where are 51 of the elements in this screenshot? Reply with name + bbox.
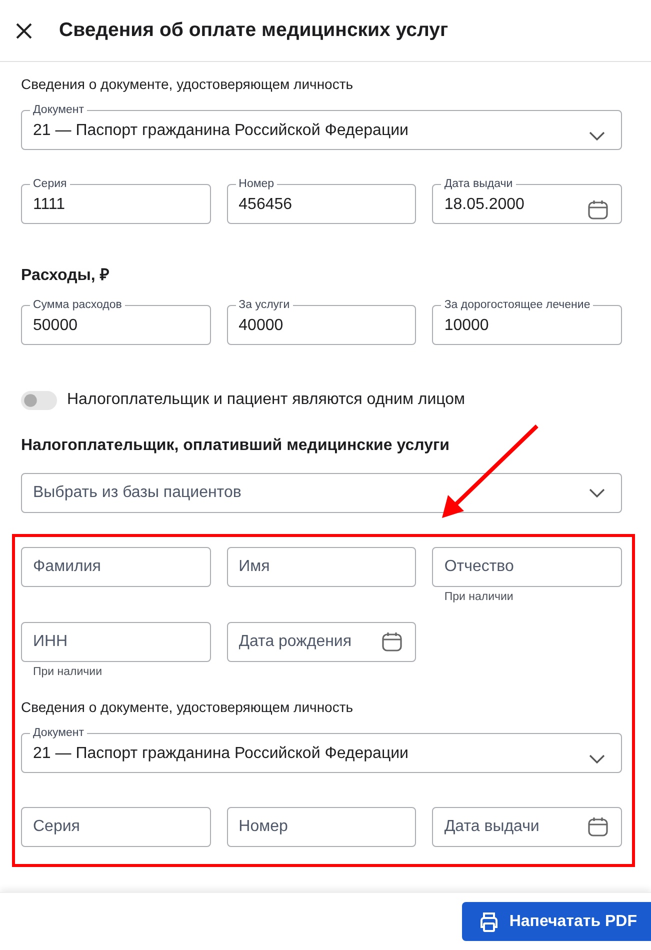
field-label: Документ — [32, 103, 86, 117]
input-value[interactable]: 10000 — [433, 312, 621, 344]
input-field[interactable]: Отчество — [433, 548, 621, 586]
input-value[interactable]: 1111 — [22, 191, 210, 223]
toggle-switch[interactable] — [21, 390, 57, 410]
select-field[interactable]: Выбрать из базы пациентов — [22, 474, 621, 512]
input-value[interactable]: 456456 — [228, 191, 416, 223]
toggle-label: Налогоплательщик и пациент являются одним лицом — [67, 390, 466, 410]
input-value[interactable]: 18.05.2000 — [433, 191, 621, 223]
field-label: За дорогостоящее лечение — [443, 298, 592, 312]
input-field[interactable]: Серия 1111 — [21, 177, 211, 224]
date-field[interactable]: Дата выдачи — [433, 808, 621, 846]
input-field[interactable]: Номер 456456 — [226, 177, 416, 224]
field-label: Дата выдачи — [443, 177, 514, 191]
field-label: Серия — [32, 177, 68, 191]
section-heading: Налогоплательщик, оплативший медицинские услуги — [21, 436, 450, 456]
field-label: За услуги — [238, 298, 291, 312]
section-label: Сведения о документе, удостоверяющем личность — [21, 698, 354, 717]
select-field[interactable]: Документ 21 — Паспорт гражданина Российской Федерации — [21, 726, 622, 773]
section-heading: Расходы, ₽ — [21, 266, 110, 286]
chevron-down-icon — [589, 754, 605, 764]
calendar-icon[interactable] — [381, 631, 404, 653]
input-field[interactable]: Номер — [228, 808, 416, 846]
input-value[interactable]: 50000 — [22, 312, 210, 344]
section-label: Сведения о документе, удостоверяющем личность — [21, 75, 354, 94]
dialog-title: Сведения об оплате медицинских услуг — [59, 18, 448, 43]
print-pdf-button[interactable]: Напечатать PDF — [462, 902, 651, 941]
chevron-down-icon — [589, 488, 605, 498]
field-label: Документ — [32, 726, 86, 740]
input-value[interactable]: 21 — Паспорт гражданина Российской Федерации — [22, 740, 621, 772]
input-field[interactable]: Серия — [22, 808, 210, 846]
printer-icon — [478, 910, 500, 932]
date-field[interactable]: Дата выдачи 18.05.2000 — [432, 177, 622, 224]
input-field[interactable]: Фамилия — [22, 548, 210, 586]
date-field[interactable]: Дата рождения — [228, 623, 416, 661]
calendar-icon[interactable] — [587, 199, 609, 221]
field-label: Номер — [238, 177, 276, 191]
chevron-down-icon — [589, 131, 605, 141]
input-field[interactable]: За дорогостоящее лечение 10000 — [432, 298, 622, 345]
input-field[interactable]: ИНН — [22, 623, 210, 661]
input-value[interactable]: 40000 — [228, 312, 416, 344]
select-field[interactable]: Документ 21 — Паспорт гражданина Российской Федерации — [21, 103, 622, 150]
hint-text: При наличии — [443, 590, 514, 605]
close-icon[interactable] — [15, 22, 33, 40]
field-label: Сумма расходов — [32, 298, 123, 312]
input-field[interactable]: Сумма расходов 50000 — [21, 298, 211, 345]
input-field[interactable]: За услуги 40000 — [226, 298, 416, 345]
input-value[interactable]: 21 — Паспорт гражданина Российской Федерации — [22, 117, 621, 149]
input-field[interactable]: Имя — [228, 548, 416, 586]
calendar-icon[interactable] — [587, 816, 609, 838]
hint-text: При наличии — [32, 665, 103, 680]
